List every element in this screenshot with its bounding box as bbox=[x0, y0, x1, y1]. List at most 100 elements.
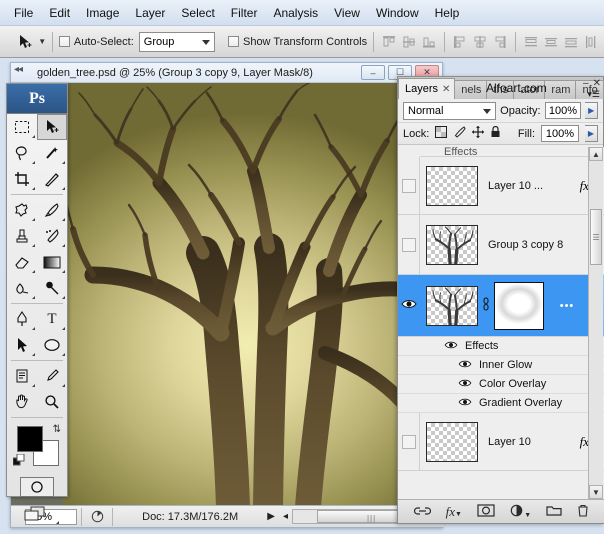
history-brush-tool[interactable] bbox=[37, 223, 67, 249]
panel-close-button[interactable]: ✕ bbox=[593, 78, 601, 89]
lock-image-icon[interactable] bbox=[453, 126, 466, 141]
panel-collapse-arrows-icon[interactable]: ◂◂ bbox=[14, 64, 23, 75]
canvas-viewport[interactable]: ALFOA bbox=[11, 83, 444, 507]
status-expand-arrow-icon[interactable]: ▶ bbox=[263, 511, 279, 522]
visibility-toggle[interactable] bbox=[398, 215, 420, 274]
gradient-tool[interactable] bbox=[37, 249, 67, 275]
tab-layers[interactable]: Layers ✕ bbox=[398, 78, 456, 99]
pen-tool[interactable] bbox=[7, 306, 37, 332]
menu-item-edit[interactable]: Edit bbox=[41, 3, 78, 23]
eraser-tool[interactable] bbox=[7, 249, 37, 275]
panel-minimize-button[interactable]: – bbox=[583, 78, 589, 89]
fill-field[interactable]: 100% bbox=[541, 125, 579, 142]
hand-tool[interactable] bbox=[7, 389, 37, 415]
layers-scroll-thumb[interactable]: ☰ bbox=[590, 209, 602, 265]
foreground-color-swatch[interactable] bbox=[17, 426, 43, 452]
visibility-toggle[interactable] bbox=[398, 275, 420, 336]
align-vertical-centers-icon[interactable] bbox=[400, 33, 418, 51]
effect-row-gradient-overlay[interactable]: Gradient Overlay bbox=[398, 394, 604, 413]
menu-item-window[interactable]: Window bbox=[368, 3, 427, 23]
fill-stepper-icon[interactable]: ▶ bbox=[585, 125, 598, 142]
eye-icon-on[interactable] bbox=[458, 397, 472, 410]
eye-icon-on[interactable] bbox=[458, 359, 472, 372]
link-mask-icon[interactable] bbox=[481, 297, 491, 314]
link-layers-icon[interactable] bbox=[413, 505, 431, 519]
ellipse-shape-tool[interactable] bbox=[37, 332, 67, 358]
align-horizontal-centers-icon[interactable] bbox=[471, 33, 489, 51]
eye-icon-on[interactable] bbox=[444, 340, 458, 353]
eyedropper-tool[interactable] bbox=[37, 363, 67, 389]
blur-tool[interactable] bbox=[7, 275, 37, 301]
align-right-edges-icon[interactable] bbox=[491, 33, 509, 51]
layer-row-layer-10-top[interactable]: Layer 10 ... fx ▼ bbox=[398, 157, 604, 215]
layer-thumbnail[interactable] bbox=[426, 224, 478, 265]
visibility-toggle[interactable] bbox=[398, 413, 420, 470]
distribute-bottom-edges-icon[interactable] bbox=[562, 33, 580, 51]
layers-scrollbar[interactable]: ▲ ☰ ▼ bbox=[588, 147, 603, 499]
crop-tool[interactable] bbox=[7, 166, 37, 192]
menu-item-layer[interactable]: Layer bbox=[127, 3, 173, 23]
distribute-left-edges-icon[interactable] bbox=[582, 33, 600, 51]
brush-tool[interactable] bbox=[37, 197, 67, 223]
scroll-down-button[interactable]: ▼ bbox=[589, 485, 603, 499]
layer-thumbnail[interactable] bbox=[426, 421, 478, 462]
layer-thumbnail[interactable] bbox=[426, 165, 478, 206]
layer-row-selected-group-3-copy-9[interactable]: ••• ▲ bbox=[398, 275, 604, 337]
menu-item-analysis[interactable]: Analysis bbox=[265, 3, 326, 23]
default-colors-icon[interactable] bbox=[12, 453, 27, 470]
layer-thumbnail[interactable] bbox=[426, 285, 478, 326]
layer-row-group-3-copy-8[interactable]: Group 3 copy 8 bbox=[398, 215, 604, 275]
layer-row-layer-10-bottom[interactable]: Layer 10 fx ▼ bbox=[398, 413, 604, 471]
hscroll-left-arrow-icon[interactable]: ◂ bbox=[279, 511, 292, 522]
screen-mode-icon[interactable] bbox=[21, 505, 53, 523]
move-tool-icon[interactable] bbox=[12, 30, 37, 54]
distribute-top-edges-icon[interactable] bbox=[522, 33, 540, 51]
opacity-field[interactable]: 100% bbox=[544, 102, 582, 119]
new-group-icon[interactable] bbox=[546, 504, 562, 519]
tool-preset-chevron-icon[interactable]: ▼ bbox=[38, 37, 46, 46]
new-adjustment-layer-icon[interactable]: ▼ bbox=[510, 504, 531, 520]
menu-item-select[interactable]: Select bbox=[173, 3, 222, 23]
path-selection-tool[interactable] bbox=[7, 332, 37, 358]
panel-menu-icon[interactable]: ▾☰ bbox=[587, 89, 600, 100]
move-tool[interactable] bbox=[37, 114, 67, 140]
eye-icon-on[interactable] bbox=[458, 378, 472, 391]
effect-row-color-overlay[interactable]: Color Overlay bbox=[398, 375, 604, 394]
healing-brush-tool[interactable] bbox=[7, 197, 37, 223]
dodge-tool[interactable] bbox=[37, 275, 67, 301]
zoom-tool[interactable] bbox=[37, 389, 67, 415]
menu-item-view[interactable]: View bbox=[326, 3, 368, 23]
add-layer-mask-icon[interactable] bbox=[477, 503, 495, 520]
auto-select-checkbox[interactable] bbox=[59, 36, 70, 47]
type-tool[interactable]: T bbox=[37, 306, 67, 332]
tab-channels[interactable]: nels bbox=[454, 80, 488, 99]
blend-mode-dropdown[interactable]: Normal bbox=[403, 101, 497, 120]
layer-mask-thumbnail[interactable] bbox=[494, 281, 544, 330]
menu-item-file[interactable]: File bbox=[6, 3, 41, 23]
lock-position-icon[interactable] bbox=[472, 126, 485, 141]
opacity-stepper-icon[interactable]: ▶ bbox=[585, 102, 598, 119]
slice-tool[interactable] bbox=[37, 166, 67, 192]
visibility-toggle[interactable] bbox=[398, 157, 420, 214]
menu-item-help[interactable]: Help bbox=[427, 3, 468, 23]
menu-item-filter[interactable]: Filter bbox=[223, 3, 266, 23]
delete-layer-icon[interactable] bbox=[577, 504, 589, 520]
distribute-vertical-centers-icon[interactable] bbox=[542, 33, 560, 51]
align-top-edges-icon[interactable] bbox=[380, 33, 398, 51]
layer-list[interactable]: Effects Layer 10 ... fx ▼ bbox=[398, 147, 604, 499]
lock-all-icon[interactable] bbox=[490, 125, 501, 141]
swap-colors-icon[interactable]: ⇅ bbox=[53, 424, 61, 435]
scroll-up-button[interactable]: ▲ bbox=[589, 147, 603, 161]
tab-histogram[interactable]: ram bbox=[544, 80, 577, 99]
lasso-tool[interactable] bbox=[7, 140, 37, 166]
document-title-bar[interactable]: golden_tree.psd @ 25% (Group 3 copy 9, L… bbox=[11, 63, 442, 83]
preview-options-icon[interactable] bbox=[86, 509, 108, 525]
effects-group-header[interactable]: Effects bbox=[398, 337, 604, 356]
auto-select-dropdown[interactable]: Group bbox=[138, 31, 215, 52]
image-canvas[interactable] bbox=[63, 83, 444, 507]
minimize-button[interactable]: – bbox=[361, 65, 385, 80]
marquee-tool[interactable] bbox=[7, 114, 37, 140]
menu-item-image[interactable]: Image bbox=[78, 3, 127, 23]
show-transform-checkbox[interactable] bbox=[228, 36, 239, 47]
lock-transparency-icon[interactable] bbox=[435, 126, 448, 141]
